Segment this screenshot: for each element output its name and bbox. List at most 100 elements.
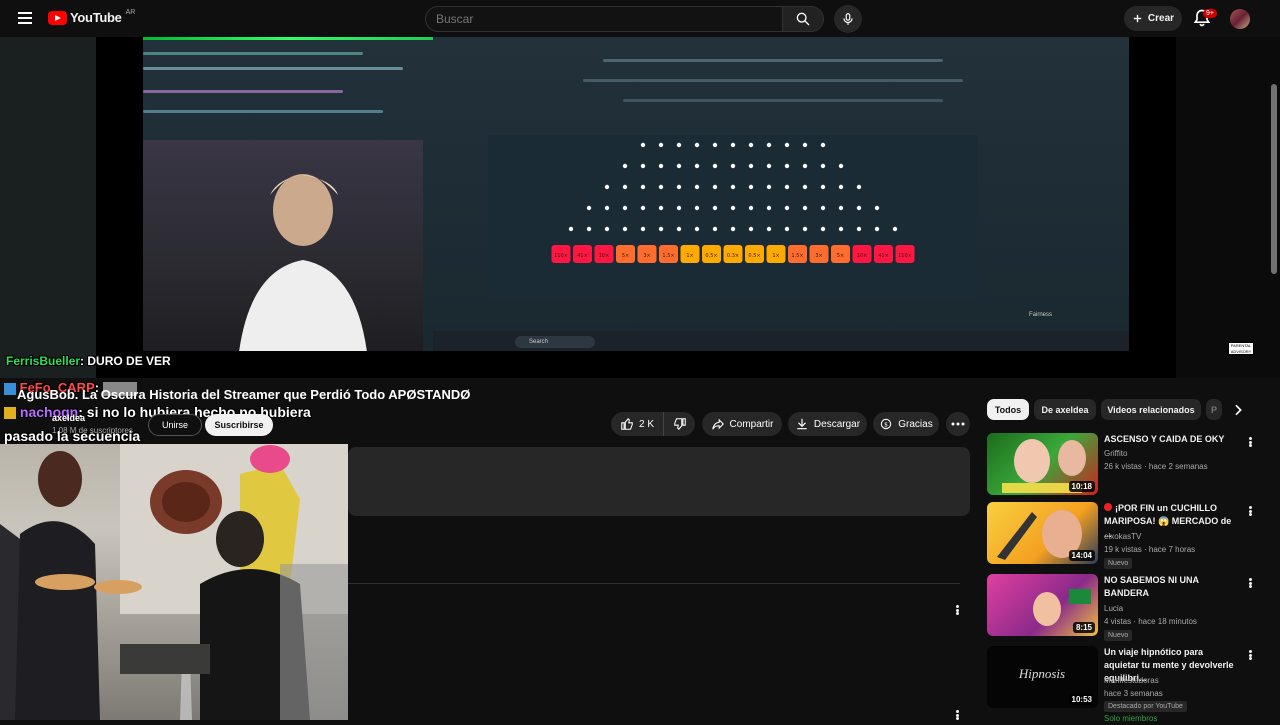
share-button[interactable]: Compartir [702, 412, 782, 436]
thanks-button[interactable]: $ Gracias [873, 412, 939, 436]
like-button[interactable]: 2 K [611, 412, 663, 436]
plinko-peg [568, 226, 574, 232]
more-actions-button[interactable] [946, 412, 970, 436]
plinko-slot: 110× [895, 245, 915, 263]
plinko-slot: 3× [637, 245, 657, 263]
new-badge: Nuevo [1104, 558, 1133, 569]
recommendation-item[interactable]: 8:15 NO SABEMOS NI UNA BANDERA Lucia 4 v… [987, 574, 1272, 641]
plinko-peg [658, 142, 664, 148]
plinko-multiplier-label: 41× [878, 253, 889, 259]
rec-more-icon[interactable] [1245, 648, 1255, 662]
plinko-peg [802, 205, 808, 211]
rec-channel[interactable]: Manifestadoras [1104, 674, 1159, 687]
plinko-multiplier-label: 5× [837, 253, 844, 259]
chat-badge-icon [4, 382, 16, 395]
rec-meta: 4 vistas · hace 18 minutos [1104, 617, 1197, 626]
plinko-peg [640, 226, 646, 232]
plinko-peg [820, 163, 826, 169]
rec-channel[interactable]: elxokasTV [1104, 530, 1141, 543]
create-label: Crear [1147, 13, 1175, 24]
plinko-multiplier-label: 110× [898, 253, 912, 259]
youtube-logo[interactable]: YouTube AR [48, 9, 135, 25]
plinko-peg [730, 163, 736, 169]
player-letterbox-left [0, 37, 96, 378]
rec-more-icon[interactable] [1245, 504, 1255, 518]
parental-advisory-logo: PARENTAL ADVISORY [1228, 342, 1254, 355]
plinko-peg [694, 163, 700, 169]
plinko-multiplier-label: 3× [815, 253, 822, 259]
channel-name[interactable]: axeldea [52, 413, 85, 423]
rec-title[interactable]: ASCENSO Y CAIDA DE OKY [1104, 433, 1240, 446]
dislike-button[interactable] [663, 412, 695, 436]
comment-more-icon[interactable] [952, 603, 962, 617]
plinko-multiplier-label: 5× [622, 253, 629, 259]
subscribe-button[interactable]: Suscribirse [205, 414, 273, 436]
chat-username: FerrisBueller [6, 354, 81, 368]
chip-more[interactable]: P [1206, 399, 1222, 420]
plinko-pegs: 110× 41× 10× 5× 3× 1.5× 1× 0.5× 0.3× 0.5× 1× 1.5× 3×… [551, 142, 915, 263]
plinko-peg [856, 205, 862, 211]
share-arrow-icon [711, 418, 724, 430]
download-button[interactable]: Descargar [788, 412, 867, 436]
plinko-peg [784, 142, 790, 148]
plinko-multiplier-label: 0.3× [727, 253, 739, 259]
search-input[interactable] [436, 12, 782, 26]
video-thumbnail[interactable]: 8:15 [987, 574, 1098, 636]
recommendation-item[interactable]: 14:04 ¡POR FIN un CUCHILLO MARIPOSA! 😱 M… [987, 502, 1272, 569]
plinko-slot: 10× [594, 245, 614, 263]
description-box[interactable] [348, 447, 970, 516]
plinko-peg [640, 205, 646, 211]
chevron-right-icon[interactable] [1230, 402, 1246, 418]
rec-title[interactable]: NO SABEMOS NI UNA BANDERA [1104, 574, 1240, 600]
rec-meta: 19 k vistas · hace 7 horas [1104, 545, 1196, 554]
plinko-peg [766, 226, 772, 232]
voice-search-button[interactable] [834, 5, 862, 33]
plinko-peg [874, 226, 880, 232]
plinko-peg [586, 226, 592, 232]
plinko-peg [838, 226, 844, 232]
thumbs-down-icon [673, 418, 686, 431]
join-button[interactable]: Unirse [148, 414, 202, 436]
create-button[interactable]: Crear [1124, 6, 1182, 31]
recommendation-item[interactable]: 10:18 ASCENSO Y CAIDA DE OKY Griffito 26… [987, 433, 1272, 497]
recommendation-item[interactable]: Hipnosis 10:53 Un viaje hipnótico para a… [987, 646, 1272, 723]
search-box[interactable] [425, 6, 783, 32]
account-avatar[interactable] [1230, 9, 1250, 29]
download-icon [797, 418, 807, 430]
chip-from-channel[interactable]: De axeldea [1034, 399, 1096, 420]
plinko-multiplier-label: 3× [643, 253, 650, 259]
plinko-peg [766, 205, 772, 211]
plinko-peg [658, 226, 664, 232]
search-icon [796, 12, 810, 26]
plinko-peg [712, 226, 718, 232]
plinko-peg [838, 163, 844, 169]
plinko-peg [658, 163, 664, 169]
player-progress-bar[interactable] [143, 37, 433, 40]
chip-related[interactable]: Videos relacionados [1101, 399, 1201, 420]
rec-more-icon[interactable] [1245, 576, 1255, 590]
plinko-peg [748, 163, 754, 169]
microphone-icon [843, 13, 853, 25]
masthead: YouTube AR Crear 9+ [0, 0, 1280, 37]
plinko-multiplier-label: 0.5× [748, 253, 760, 259]
plinko-peg [694, 184, 700, 190]
plinko-peg [640, 184, 646, 190]
video-thumbnail[interactable]: Hipnosis 10:53 [987, 646, 1098, 708]
search-button[interactable] [782, 6, 824, 32]
plinko-peg [640, 163, 646, 169]
rec-channel[interactable]: Lucia [1104, 602, 1123, 615]
subscriber-count: 1,08 M de suscriptores [52, 426, 133, 435]
chip-all[interactable]: Todos [987, 399, 1029, 420]
video-thumbnail[interactable]: 14:04 [987, 502, 1098, 564]
rec-more-icon[interactable] [1245, 435, 1255, 449]
video-duration: 14:04 [1068, 550, 1095, 561]
menu-icon[interactable] [18, 12, 32, 24]
plinko-slot: 10× [852, 245, 872, 263]
rec-channel[interactable]: Griffito [1104, 447, 1127, 460]
video-thumbnail[interactable]: 10:18 [987, 433, 1098, 495]
plinko-peg [730, 205, 736, 211]
plinko-slot: 41× [573, 245, 592, 263]
page-scrollbar[interactable] [1271, 84, 1277, 274]
plinko-peg [676, 163, 682, 169]
plus-icon [1133, 14, 1142, 23]
